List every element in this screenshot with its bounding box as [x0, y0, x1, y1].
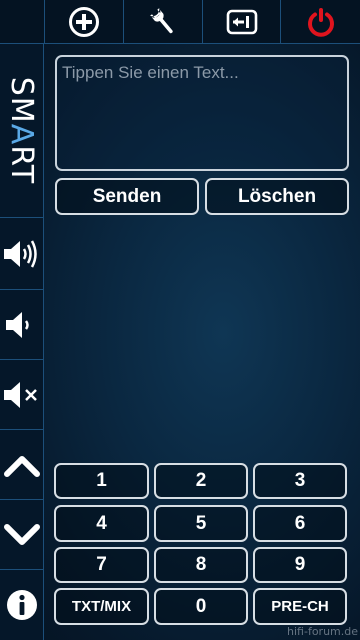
channel-down-button[interactable] — [0, 500, 43, 570]
volume-down-button[interactable] — [0, 290, 43, 360]
smart-logo: SMART — [4, 76, 39, 185]
key-0[interactable]: 0 — [154, 588, 248, 625]
text-input-box — [55, 55, 349, 171]
key-7[interactable]: 7 — [54, 547, 149, 583]
input-source-icon — [226, 9, 257, 35]
clear-button[interactable]: Löschen — [205, 178, 349, 215]
volume-up-icon — [3, 239, 37, 268]
mute-button[interactable] — [0, 360, 43, 430]
mute-icon — [3, 381, 37, 408]
key-9[interactable]: 9 — [253, 547, 347, 583]
info-icon — [6, 590, 37, 620]
key-5[interactable]: 5 — [154, 505, 248, 542]
volume-down-icon — [5, 311, 29, 338]
txt-mix-button[interactable]: TXT/MIX — [54, 588, 149, 625]
wrench-icon — [150, 8, 173, 34]
key-4[interactable]: 4 — [54, 505, 149, 542]
settings-button[interactable] — [123, 0, 202, 44]
info-button[interactable] — [0, 570, 43, 640]
send-button[interactable]: Senden — [55, 178, 199, 215]
volume-up-button[interactable] — [0, 218, 43, 290]
key-3[interactable]: 3 — [253, 463, 347, 499]
power-icon — [307, 8, 334, 37]
key-2[interactable]: 2 — [154, 463, 248, 499]
text-input[interactable] — [57, 57, 347, 169]
pre-ch-button[interactable]: PRE-CH — [253, 588, 347, 625]
plus-circle-icon — [69, 7, 99, 37]
top-toolbar — [0, 0, 360, 44]
watermark: hifi-forum.de — [287, 625, 358, 638]
chevron-up-icon — [3, 455, 40, 477]
input-source-button[interactable] — [202, 0, 280, 44]
key-6[interactable]: 6 — [253, 505, 347, 542]
left-sidebar: SMART — [0, 44, 44, 640]
power-button[interactable] — [280, 0, 360, 44]
channel-up-button[interactable] — [0, 430, 43, 500]
add-button[interactable] — [44, 0, 123, 44]
smart-button[interactable]: SMART — [0, 44, 43, 218]
toolbar-corner — [0, 0, 44, 44]
key-1[interactable]: 1 — [54, 463, 149, 499]
chevron-down-icon — [3, 523, 40, 545]
key-8[interactable]: 8 — [154, 547, 248, 583]
